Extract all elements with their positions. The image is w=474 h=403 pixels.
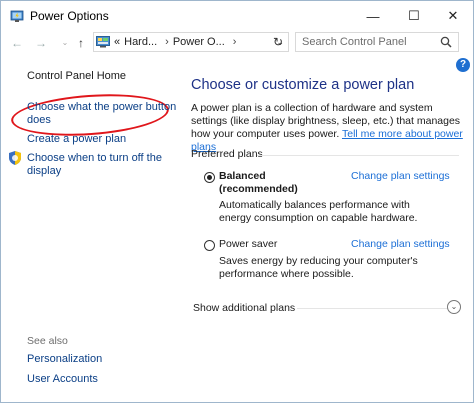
breadcrumb-prefix[interactable]: « [114, 36, 120, 48]
help-button[interactable]: ? [456, 58, 470, 72]
navigation-bar: ← → ⌄ ↑ « Hard... › Power O... › ⌄ ↻ [1, 31, 473, 55]
balanced-plan-label[interactable]: Balanced (recommended) [219, 170, 298, 196]
page-title: Choose or customize a power plan [191, 77, 415, 93]
search-box[interactable] [295, 32, 459, 52]
minimize-button[interactable]: — [353, 1, 393, 31]
window-title: Power Options [30, 9, 109, 23]
forward-button[interactable]: → [33, 35, 49, 51]
intro-paragraph: A power plan is a collection of hardware… [191, 102, 463, 154]
see-also-heading: See also [27, 335, 68, 347]
user-accounts-link[interactable]: User Accounts [27, 373, 98, 386]
power-saver-radio[interactable] [204, 240, 215, 251]
power-saver-plan-description: Saves energy by reducing your computer's… [219, 255, 418, 280]
recent-locations-icon[interactable]: ⌄ [57, 35, 73, 51]
back-button[interactable]: ← [9, 35, 25, 51]
expand-chevron-icon[interactable]: ⌄ [447, 300, 461, 314]
refresh-button[interactable]: ↻ [269, 34, 287, 50]
search-input[interactable] [296, 35, 444, 49]
control-panel-home-link[interactable]: Control Panel Home [27, 70, 126, 83]
section-divider [257, 155, 459, 156]
turn-off-display-link[interactable]: Choose when to turn off the display [27, 152, 162, 178]
balanced-plan-description: Automatically balances performance with … [219, 199, 418, 224]
power-saver-change-settings-link[interactable]: Change plan settings [351, 238, 450, 250]
turn-off-display-link-line2: display [27, 165, 62, 177]
balanced-plan-name: Balanced [219, 170, 266, 182]
turn-off-display-link-line1: Choose when to turn off the [27, 152, 162, 164]
power-button-link-line1: Choose what the power button [27, 101, 177, 113]
balanced-change-settings-link[interactable]: Change plan settings [351, 170, 450, 182]
create-power-plan-link[interactable]: Create a power plan [27, 133, 126, 146]
address-bar[interactable]: « Hard... › Power O... › ⌄ [93, 32, 289, 52]
power-button-link[interactable]: Choose what the power button does [27, 101, 176, 127]
shield-icon [9, 151, 21, 165]
power-saver-plan-label[interactable]: Power saver [219, 238, 277, 251]
breadcrumb-separator[interactable]: › [165, 36, 169, 48]
power-button-link-line2: does [27, 114, 51, 126]
show-additional-plans[interactable]: Show additional plans [193, 302, 295, 314]
title-bar: Power Options — ☐ ✕ [1, 1, 473, 31]
balanced-plan-note: (recommended) [219, 183, 298, 195]
power-options-icon [10, 10, 24, 22]
breadcrumb-hardware[interactable]: Hard... [124, 36, 157, 48]
close-button[interactable]: ✕ [433, 1, 473, 31]
search-icon[interactable] [440, 36, 452, 48]
breadcrumb-power-options[interactable]: Power O... [173, 36, 225, 48]
breadcrumb-separator[interactable]: › [233, 36, 237, 48]
preferred-plans-heading: Preferred plans [191, 148, 263, 160]
additional-plans-divider [297, 308, 447, 309]
maximize-button[interactable]: ☐ [394, 1, 434, 31]
personalization-link[interactable]: Personalization [27, 353, 102, 366]
preferred-plans-section: Preferred plans [191, 148, 461, 160]
up-button[interactable]: ↑ [73, 35, 89, 51]
control-panel-icon [96, 36, 110, 48]
balanced-radio[interactable] [204, 172, 215, 183]
left-pane: Control Panel Home Choose what the power… [1, 57, 181, 402]
power-options-window: Power Options — ☐ ✕ ← → ⌄ ↑ « Hard... › … [0, 0, 474, 403]
